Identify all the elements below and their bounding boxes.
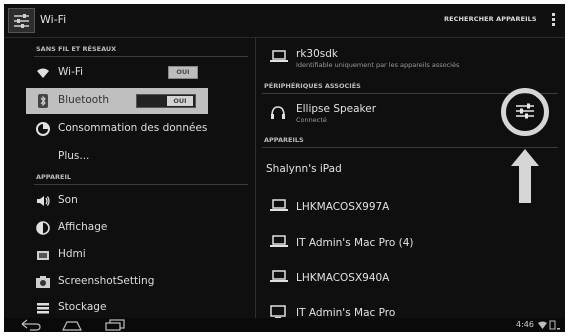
settings-item-wifi[interactable]: Wi-Fi OUI [26, 60, 252, 86]
settings-item-label: Stockage [58, 301, 107, 313]
settings-item-bluetooth[interactable]: Bluetooth OUI [26, 88, 208, 114]
display-icon [36, 221, 50, 235]
settings-item-display[interactable]: Affichage [26, 215, 252, 241]
section-header-device: APPAREIL [36, 173, 71, 181]
section-header-wireless: SANS FIL ET RÉSEAUX [36, 45, 117, 53]
section-header-paired: PÉRIPHÉRIQUES ASSOCIÉS [264, 82, 361, 90]
settings-item-label: ScreenshotSetting [58, 275, 155, 287]
this-device[interactable]: rk30sdk Identifiable uniquement par les … [256, 45, 565, 71]
settings-categories: SANS FIL ET RÉSEAUX Wi-Fi OUI Bluetooth … [4, 38, 254, 318]
monitor-icon [270, 305, 286, 319]
system-nav-bar: 4:46 [4, 318, 565, 332]
laptop-icon [270, 199, 288, 211]
sound-icon [37, 196, 50, 206]
page-title: Wi-Fi [40, 13, 67, 26]
camera-icon [36, 276, 50, 288]
settings-item-label: Wi-Fi [58, 66, 84, 78]
settings-item-sound[interactable]: Son [26, 188, 252, 214]
headphones-icon [271, 106, 285, 119]
section-divider [34, 184, 248, 185]
settings-item-label: Plus... [58, 150, 90, 162]
settings-item-data-usage[interactable]: Consommation des données [26, 116, 252, 142]
data-usage-icon [36, 122, 50, 136]
bluetooth-toggle[interactable]: OUI [136, 94, 196, 108]
status-clock: 4:46 [516, 320, 534, 329]
settings-item-label: Bluetooth [58, 94, 109, 106]
laptop-icon [270, 235, 288, 247]
settings-screen: Wi-Fi RECHERCHER APPAREILS SANS FIL ET R… [4, 4, 565, 332]
toggle-state: OUI [167, 96, 193, 106]
settings-item-label: Affichage [58, 221, 108, 233]
settings-item-screenshot[interactable]: ScreenshotSetting [26, 269, 252, 295]
hdmi-icon [37, 251, 49, 260]
settings-item-more[interactable]: Plus... [26, 144, 252, 170]
highlight-circle [501, 88, 549, 136]
laptop-icon [270, 270, 288, 282]
settings-item-hdmi[interactable]: Hdmi [26, 242, 252, 268]
home-icon[interactable] [61, 319, 83, 331]
search-devices-button[interactable]: RECHERCHER APPAREILS [444, 15, 537, 23]
back-icon[interactable] [20, 319, 42, 331]
bluetooth-icon [38, 94, 48, 108]
action-bar: Wi-Fi RECHERCHER APPAREILS [4, 4, 565, 38]
wifi-status-icon [538, 321, 547, 329]
wifi-toggle[interactable]: OUI [168, 66, 198, 79]
up-arrow-icon [511, 149, 539, 203]
device-name: LHKMACOSX940A [296, 272, 390, 284]
recents-icon[interactable] [104, 319, 126, 331]
device-name: Ellipse Speaker [296, 103, 377, 115]
device-name: rk30sdk [296, 48, 338, 60]
device-name: LHKMACOSX997A [296, 201, 390, 213]
wifi-icon [37, 68, 49, 78]
settings-item-label: Hdmi [58, 248, 86, 260]
available-device[interactable]: IT Admin's Mac Pro (4) [256, 229, 565, 255]
overflow-menu-icon[interactable] [552, 13, 555, 28]
settings-item-label: Son [58, 194, 78, 206]
available-device[interactable]: LHKMACOSX940A [256, 264, 565, 290]
storage-icon [37, 303, 49, 314]
device-status: Connecté [296, 116, 327, 124]
settings-sliders-icon[interactable] [8, 8, 35, 33]
device-name: Shalynn's iPad [266, 163, 342, 175]
device-subtitle: Identifiable uniquement par les appareil… [296, 61, 460, 69]
section-header-available: APPAREILS [264, 136, 304, 144]
device-name: IT Admin's Mac Pro (4) [296, 237, 414, 249]
settings-item-label: Consommation des données [58, 122, 208, 134]
laptop-icon [270, 50, 288, 62]
battery-icon [549, 320, 560, 330]
section-divider [34, 56, 248, 57]
